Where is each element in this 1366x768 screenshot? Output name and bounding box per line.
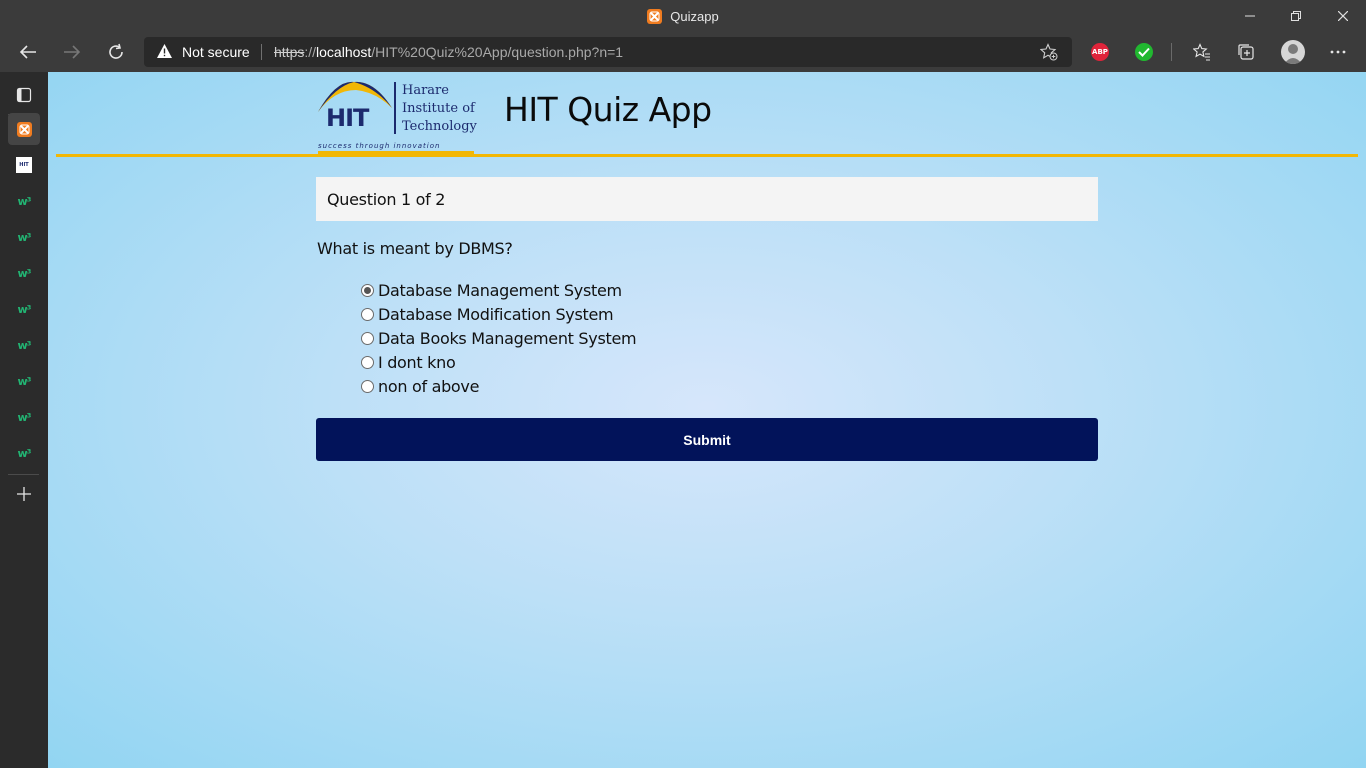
choice-item[interactable]: Data Books Management System	[361, 326, 637, 350]
logo-abbr: HIT	[326, 104, 369, 132]
w-site-icon: w³	[17, 266, 32, 280]
new-tab-button[interactable]	[8, 478, 40, 510]
sidebar-divider	[8, 474, 39, 475]
question-counter: Question 1 of 2	[327, 190, 446, 209]
choice-radio[interactable]	[361, 331, 374, 345]
favorites-button[interactable]	[1186, 36, 1218, 68]
sidebar-tab-w1[interactable]: w³	[8, 185, 40, 217]
forward-button[interactable]	[56, 36, 88, 68]
sidebar-tab-w4[interactable]: w³	[8, 293, 40, 325]
choice-radio[interactable]	[361, 283, 374, 297]
sidebar-tab-hit[interactable]: HIT	[8, 149, 40, 181]
close-icon	[1338, 11, 1348, 21]
choice-radio[interactable]	[361, 307, 374, 321]
collections-button[interactable]	[1230, 36, 1262, 68]
logo-line-3: Technology	[402, 119, 477, 134]
sidebar-tab-w7[interactable]: w³	[8, 401, 40, 433]
browser-toolbar: Not secure https://localhost/HIT%20Quiz%…	[0, 32, 1366, 72]
xampp-icon	[647, 8, 663, 24]
settings-more-button[interactable]	[1322, 36, 1354, 68]
window-title-text: Quizapp	[670, 8, 719, 24]
minimize-button[interactable]	[1227, 0, 1273, 32]
title-bar: Quizapp	[0, 0, 1366, 32]
w-site-icon: w³	[17, 230, 32, 244]
question-text: What is meant by DBMS?	[317, 239, 513, 258]
tab-actions-button[interactable]	[8, 79, 40, 111]
logo-tagline: success through innovation	[318, 142, 441, 150]
header-divider	[56, 154, 1358, 157]
toolbar-divider	[1171, 43, 1172, 61]
minimize-icon	[1245, 15, 1255, 17]
url-scheme: https	[274, 44, 305, 60]
warning-icon	[157, 44, 172, 58]
collections-icon	[1238, 44, 1254, 60]
checkmark-extension-icon[interactable]	[1135, 43, 1153, 61]
choice-label[interactable]: non of above	[378, 377, 479, 396]
choice-label[interactable]: Database Modification System	[378, 305, 614, 324]
url-path: /HIT%20Quiz%20App/question.php?n=1	[371, 44, 624, 60]
site-header: HIT Harare Institute of Technology succe…	[48, 72, 1366, 157]
hit-logo[interactable]: HIT Harare Institute of Technology succe…	[316, 78, 477, 154]
restore-button[interactable]	[1273, 0, 1319, 32]
url-separator: ://	[304, 44, 317, 60]
url-host: localhost	[316, 44, 372, 60]
favorites-icon	[1193, 43, 1210, 61]
page-content: HIT Harare Institute of Technology succe…	[48, 72, 1366, 768]
address-divider	[261, 44, 262, 60]
adblock-extension-icon[interactable]: ABP	[1091, 43, 1109, 61]
tab-actions-icon	[16, 87, 32, 103]
choice-item[interactable]: I dont kno	[361, 350, 636, 374]
hit-logo-icon: HIT	[16, 157, 32, 173]
xampp-icon	[16, 121, 32, 137]
restore-icon	[1291, 11, 1301, 21]
close-button[interactable]	[1320, 0, 1366, 32]
w-site-icon: w³	[17, 374, 32, 388]
app-title: HIT Quiz App	[504, 90, 712, 129]
choice-radio[interactable]	[361, 355, 374, 369]
choice-item[interactable]: Database Management System	[361, 278, 636, 302]
choice-item[interactable]: Database Modification System	[361, 302, 636, 326]
user-icon	[1284, 44, 1302, 64]
more-horizontal-icon	[1330, 50, 1346, 54]
profile-avatar[interactable]	[1281, 40, 1305, 64]
vertical-tabs-sidebar: HIT w³ w³ w³ w³ w³ w³ w³ w³	[0, 72, 48, 768]
w-site-icon: w³	[17, 410, 32, 424]
answer-choices: Database Management System Database Modi…	[361, 278, 637, 398]
w-site-icon: w³	[17, 338, 32, 352]
logo-line-2: Institute of	[402, 101, 475, 116]
sidebar-tab-w3[interactable]: w³	[8, 257, 40, 289]
url-text[interactable]: https://localhost/HIT%20Quiz%20App/quest…	[274, 44, 623, 60]
choice-item[interactable]: non of above	[361, 374, 636, 398]
logo-divider	[394, 82, 396, 134]
forward-arrow-icon	[64, 45, 81, 59]
sidebar-tab-w8[interactable]: w³	[8, 437, 40, 469]
choice-label[interactable]: Database Management System	[378, 281, 622, 300]
submit-button[interactable]: Submit	[316, 418, 1098, 461]
refresh-button[interactable]	[100, 36, 132, 68]
w-site-icon: w³	[17, 194, 32, 208]
logo-institute-name: Harare Institute of Technology	[402, 82, 477, 136]
window-title: Quizapp	[0, 0, 1366, 32]
refresh-icon	[109, 43, 123, 59]
choice-label[interactable]: Data Books Management System	[378, 329, 637, 348]
sidebar-tab-quizapp[interactable]	[8, 113, 40, 145]
logo-line-1: Harare	[402, 83, 449, 98]
back-button[interactable]	[12, 36, 44, 68]
add-favorite-icon[interactable]	[1040, 43, 1058, 61]
w-site-icon: w³	[17, 302, 32, 316]
sidebar-tab-w5[interactable]: w³	[8, 329, 40, 361]
back-arrow-icon	[19, 45, 36, 59]
plus-icon	[17, 487, 31, 501]
choice-radio[interactable]	[361, 379, 374, 393]
choice-label[interactable]: I dont kno	[378, 353, 456, 372]
sidebar-tab-w6[interactable]: w³	[8, 365, 40, 397]
question-counter-box: Question 1 of 2	[316, 177, 1098, 221]
sidebar-tab-w2[interactable]: w³	[8, 221, 40, 253]
w-site-icon: w³	[17, 446, 32, 460]
address-bar[interactable]: Not secure https://localhost/HIT%20Quiz%…	[144, 37, 1072, 67]
not-secure-label[interactable]: Not secure	[182, 44, 250, 60]
